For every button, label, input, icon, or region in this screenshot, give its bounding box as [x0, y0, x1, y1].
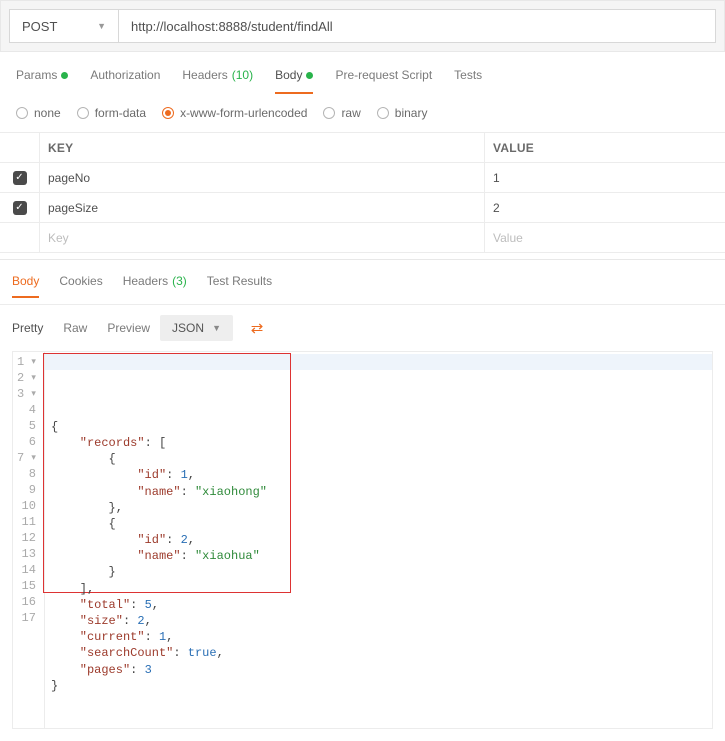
radio-form-data-label: form-data — [95, 106, 146, 120]
row-key-input[interactable]: pageSize — [40, 193, 485, 222]
format-lang-select[interactable]: JSON ▼ — [160, 315, 233, 341]
tab-headers-count: (10) — [232, 68, 253, 82]
radio-binary-label: binary — [395, 106, 428, 120]
resp-tab-body[interactable]: Body — [12, 274, 39, 298]
tab-params-label: Params — [16, 68, 57, 82]
format-pretty[interactable]: Pretty — [12, 321, 43, 335]
radio-form-data[interactable]: form-data — [77, 106, 146, 120]
row-key-input[interactable]: pageNo — [40, 163, 485, 192]
request-tabs: Params Authorization Headers (10) Body P… — [0, 52, 725, 94]
row-checkbox[interactable] — [0, 163, 40, 192]
row-value-input[interactable]: 2 — [485, 193, 725, 222]
resp-tab-body-label: Body — [12, 274, 39, 288]
resp-tab-headers[interactable]: Headers (3) — [123, 274, 187, 298]
radio-binary[interactable]: binary — [377, 106, 428, 120]
radio-urlencoded-label: x-www-form-urlencoded — [180, 106, 307, 120]
wrap-toggle-icon[interactable]: ⇄ — [243, 315, 271, 341]
kv-header-chk — [0, 133, 40, 162]
response-body-viewer: 1 ▾2 ▾3 ▾4 5 6 7 ▾8 9 10 11 12 13 14 15 … — [12, 351, 713, 729]
row-value-placeholder[interactable]: Value — [485, 223, 725, 252]
format-preview[interactable]: Preview — [107, 321, 150, 335]
row-checkbox[interactable] — [0, 193, 40, 222]
tab-prerequest[interactable]: Pre-request Script — [335, 68, 432, 94]
table-row-empty: Key Value — [0, 223, 725, 253]
radio-icon — [16, 107, 28, 119]
kv-header-key: KEY — [40, 133, 485, 162]
table-row: pageNo 1 — [0, 163, 725, 193]
tab-tests[interactable]: Tests — [454, 68, 482, 94]
url-input[interactable] — [119, 9, 716, 43]
line-highlight — [45, 354, 712, 370]
resp-tab-cookies[interactable]: Cookies — [59, 274, 102, 298]
radio-icon — [377, 107, 389, 119]
radio-none-label: none — [34, 106, 61, 120]
method-select[interactable]: POST ▼ — [9, 9, 119, 43]
response-code[interactable]: { "records": [ { "id": 1, "name": "xiaoh… — [45, 352, 712, 728]
resp-tab-testresults[interactable]: Test Results — [207, 274, 272, 298]
tab-authorization-label: Authorization — [90, 68, 160, 82]
radio-icon — [77, 107, 89, 119]
radio-icon — [162, 107, 174, 119]
tab-tests-label: Tests — [454, 68, 482, 82]
row-value-input[interactable]: 1 — [485, 163, 725, 192]
status-dot-icon — [306, 72, 313, 79]
kv-header-row: KEY VALUE — [0, 133, 725, 163]
tab-headers[interactable]: Headers (10) — [182, 68, 253, 94]
table-row: pageSize 2 — [0, 193, 725, 223]
row-key-placeholder[interactable]: Key — [40, 223, 485, 252]
checkbox-checked-icon — [13, 201, 27, 215]
resp-tab-testresults-label: Test Results — [207, 274, 272, 288]
tab-authorization[interactable]: Authorization — [90, 68, 160, 94]
radio-raw[interactable]: raw — [323, 106, 360, 120]
tab-body-label: Body — [275, 68, 302, 82]
status-dot-icon — [61, 72, 68, 79]
chevron-down-icon: ▼ — [212, 323, 221, 333]
format-raw[interactable]: Raw — [63, 321, 87, 335]
checkbox-checked-icon — [13, 171, 27, 185]
kv-header-value: VALUE — [485, 133, 725, 162]
resp-tab-cookies-label: Cookies — [59, 274, 102, 288]
method-select-value: POST — [22, 19, 57, 34]
radio-icon — [323, 107, 335, 119]
format-segment: Pretty Raw Preview — [12, 321, 150, 335]
format-lang-value: JSON — [172, 321, 204, 335]
chevron-down-icon: ▼ — [97, 21, 106, 31]
response-tabs: Body Cookies Headers (3) Test Results — [0, 259, 725, 304]
tab-body[interactable]: Body — [275, 68, 313, 94]
radio-none[interactable]: none — [16, 106, 61, 120]
kv-table: KEY VALUE pageNo 1 pageSize 2 Key Value — [0, 132, 725, 253]
radio-urlencoded[interactable]: x-www-form-urlencoded — [162, 106, 307, 120]
resp-tab-headers-label: Headers — [123, 274, 168, 288]
body-type-options: none form-data x-www-form-urlencoded raw… — [0, 94, 725, 132]
radio-raw-label: raw — [341, 106, 360, 120]
tab-headers-label: Headers — [182, 68, 227, 82]
tab-params[interactable]: Params — [16, 68, 68, 94]
request-bar: POST ▼ — [0, 0, 725, 52]
format-bar: Pretty Raw Preview JSON ▼ ⇄ — [0, 304, 725, 351]
row-checkbox-empty — [0, 223, 40, 252]
tab-prerequest-label: Pre-request Script — [335, 68, 432, 82]
line-number-gutter: 1 ▾2 ▾3 ▾4 5 6 7 ▾8 9 10 11 12 13 14 15 … — [13, 352, 45, 728]
resp-tab-headers-count: (3) — [172, 274, 187, 288]
